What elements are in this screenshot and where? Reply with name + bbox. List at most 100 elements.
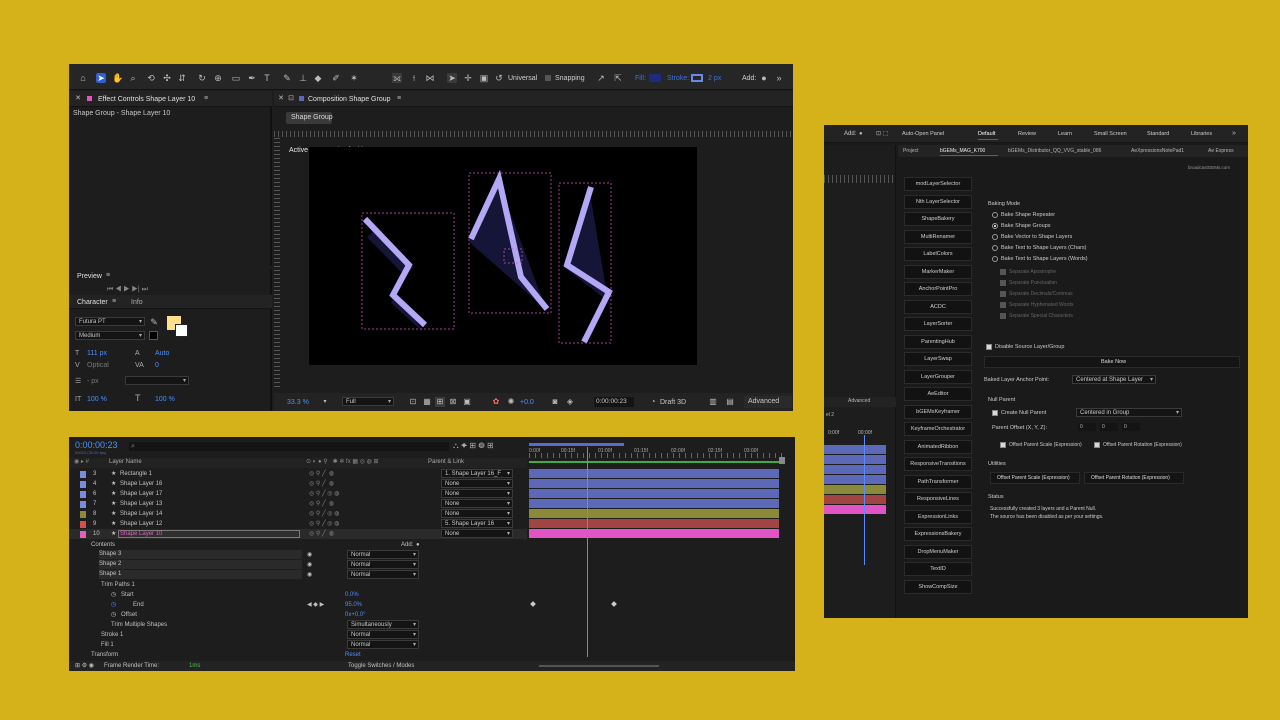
gems-tool-button[interactable]: ShapeBakery	[904, 212, 972, 226]
layer-row-4[interactable]: 4 ★ Shape Layer 16 None	[69, 479, 527, 489]
stroke-color-swatch[interactable]	[175, 324, 188, 337]
ws-learn[interactable]: Learn	[1058, 130, 1072, 139]
ws-add-icon[interactable]: ●	[859, 130, 863, 139]
chk-offset-rotation[interactable]	[1094, 442, 1100, 448]
sublayer-shape-1[interactable]: Shape 1	[99, 570, 302, 579]
blend-mode-select[interactable]: Normal	[347, 550, 419, 559]
keyframe-nav-icon[interactable]: ◀ ◆ ▶	[307, 600, 324, 610]
blend-mode-select[interactable]: Normal	[347, 560, 419, 569]
gems-tool-button[interactable]: LabelColors	[904, 247, 972, 261]
gems-tool-button[interactable]: ACDC	[904, 299, 972, 314]
gems-tool-button[interactable]: ResponsiveLines	[904, 492, 972, 506]
trim-start-value[interactable]: 0.0%	[345, 590, 359, 600]
gems-tool-button[interactable]: modLayerSelector	[904, 177, 972, 191]
region-icon[interactable]: ⊡	[408, 397, 418, 407]
stroke-mode-select[interactable]: Normal	[347, 630, 419, 639]
gems-tool-button[interactable]: MarkerMaker	[904, 264, 972, 279]
zoom-chevron-icon[interactable]: ▾	[320, 397, 330, 407]
fill-swatch[interactable]	[649, 74, 661, 82]
preview-controls[interactable]: ⏮ ◀ ▶ ▶| ⏭	[107, 285, 148, 294]
grid-icon[interactable]: ⊠	[448, 397, 458, 407]
stopwatch-icon[interactable]: ◷	[111, 610, 116, 620]
toggle-switches[interactable]: Toggle Switches / Modes	[348, 661, 414, 671]
layer-bar-7[interactable]	[529, 499, 779, 508]
preview-menu-icon[interactable]: ≡	[103, 271, 113, 281]
layer-name-field[interactable]: Shape Layer 10	[118, 530, 300, 538]
eye-icons[interactable]: ◉ ◉ ◉	[307, 550, 312, 580]
composition-tab[interactable]: Composition Shape Group	[308, 95, 391, 104]
offset-x-field[interactable]: 0	[1078, 423, 1096, 431]
hand-tool-icon[interactable]: ✋	[112, 73, 123, 83]
renderer-icon[interactable]: ◔	[648, 397, 658, 407]
ws-more-icon[interactable]: »	[1232, 129, 1236, 138]
snapping-label[interactable]: Snapping	[555, 74, 585, 83]
gems-tool-button[interactable]: ParentingHub	[904, 334, 972, 349]
label-offset-scale[interactable]: Offset Parent Scale (Expression)	[1009, 441, 1082, 450]
advanced-button[interactable]: Advanced	[744, 396, 792, 408]
rotate-tool-icon[interactable]: ↻	[197, 73, 207, 83]
gems-tool-button[interactable]: AnimatedRibbon	[904, 439, 972, 454]
chk-create-null[interactable]	[992, 410, 998, 416]
stroke-label[interactable]: Stroke 1	[101, 630, 123, 640]
close-icon[interactable]: ✕	[73, 94, 83, 104]
autoopen-label[interactable]: Auto-Open Panel	[902, 130, 944, 139]
effect-controls-tab[interactable]: Effect Controls Shape Layer 10	[98, 95, 195, 104]
contents-add-icon[interactable]: ●	[416, 540, 420, 550]
chk-separate-apostrophe[interactable]	[1000, 269, 1006, 275]
trim-end-value[interactable]: 95.0%	[345, 600, 362, 610]
gems-tool-button[interactable]: Nth LayerSelector	[904, 194, 972, 209]
reset-link[interactable]: Reset	[345, 650, 361, 660]
gems-tool-button[interactable]: AnchorPointPro	[904, 282, 972, 296]
left-advanced-label[interactable]: Advanced	[848, 397, 870, 406]
brush-tool-icon[interactable]: ✎	[282, 73, 292, 83]
parent-select[interactable]: None	[441, 489, 513, 498]
pen-tool-icon[interactable]: ✒	[247, 73, 257, 83]
move-icon[interactable]: ✛	[463, 73, 473, 83]
chk-separate-punctuation[interactable]	[1000, 280, 1006, 286]
blend-mode-select[interactable]: Normal	[347, 570, 419, 579]
gems-tool-button[interactable]: LayerSwap	[904, 352, 972, 366]
layer-name[interactable]: Shape Layer 12	[120, 519, 162, 529]
label-create-null[interactable]: Create Null Parent	[1001, 409, 1046, 418]
world-axis-icon[interactable]: ⋈	[425, 73, 435, 83]
view-options-icon[interactable]: ▤	[725, 397, 735, 407]
footer-icons[interactable]: ⊞ ⚙ ◉	[75, 661, 94, 671]
font-family-select[interactable]: Futura PT	[75, 317, 145, 326]
radio-bake-text-chars[interactable]	[992, 245, 998, 251]
ws-standard[interactable]: Standard	[1147, 130, 1169, 139]
color-channels-icon[interactable]: ✿	[491, 397, 501, 407]
layer-name[interactable]: Shape Layer 14	[120, 509, 162, 519]
selection-tool-icon[interactable]: ➤	[96, 73, 106, 83]
util-rotation-button[interactable]: Offset Parent Rotation (Expression)	[1084, 472, 1184, 484]
layer-name[interactable]: Shape Layer 17	[120, 489, 162, 499]
zoom-slider[interactable]	[539, 665, 659, 667]
fill-mode-select[interactable]: Normal	[347, 640, 419, 649]
null-position-select[interactable]: Centered in Group	[1076, 408, 1182, 417]
kerning-value[interactable]: Optical	[87, 361, 109, 370]
stroke-swatch[interactable]	[691, 74, 703, 82]
layer-name[interactable]: Shape Layer 13	[120, 499, 162, 509]
zoom-tool-icon[interactable]: ⌕	[128, 73, 138, 83]
layer-row-3[interactable]: 3 ★ Rectangle 1 1. Shape Layer 16_F	[69, 469, 527, 479]
puppet-pin-icon[interactable]: ✶	[349, 73, 359, 83]
mask-icon[interactable]: ⊞	[435, 397, 445, 407]
view-axis-icon[interactable]: ⟊	[409, 73, 419, 83]
font-size-value[interactable]: 111 px	[87, 349, 107, 358]
parent-select[interactable]: 5. Shape Layer 16	[441, 519, 513, 528]
orbit-tool-icon[interactable]: ⟲	[146, 73, 156, 83]
shape-left[interactable]	[362, 216, 428, 332]
parent-select[interactable]: None	[441, 529, 513, 538]
ws-review[interactable]: Review	[1018, 130, 1036, 139]
trim-multiple-select[interactable]: Simultaneously	[347, 620, 419, 629]
universal-rotate-icon[interactable]: ↺	[494, 73, 504, 83]
view-layout-icon[interactable]: ▥	[708, 397, 718, 407]
gems-tool-button[interactable]: DropMenuMaker	[904, 544, 972, 559]
tab-distributor[interactable]: bGEMs_Distributor_QQ_VVG_stable_086	[1008, 147, 1101, 156]
timecode-field[interactable]: 0:00:00:23	[594, 397, 634, 407]
gems-tool-button[interactable]: PathTransformer	[904, 474, 972, 489]
home-icon[interactable]: ⌂	[78, 73, 88, 83]
timeline-switch-icons[interactable]: ⛬ ✦ ⊞ ◍ ⊞	[453, 441, 494, 450]
layer-row-7[interactable]: 7 ★ Shape Layer 13 None	[69, 499, 527, 509]
gems-tool-button[interactable]: ExpressionsBakery	[904, 527, 972, 541]
keyframe-end[interactable]	[611, 601, 617, 607]
